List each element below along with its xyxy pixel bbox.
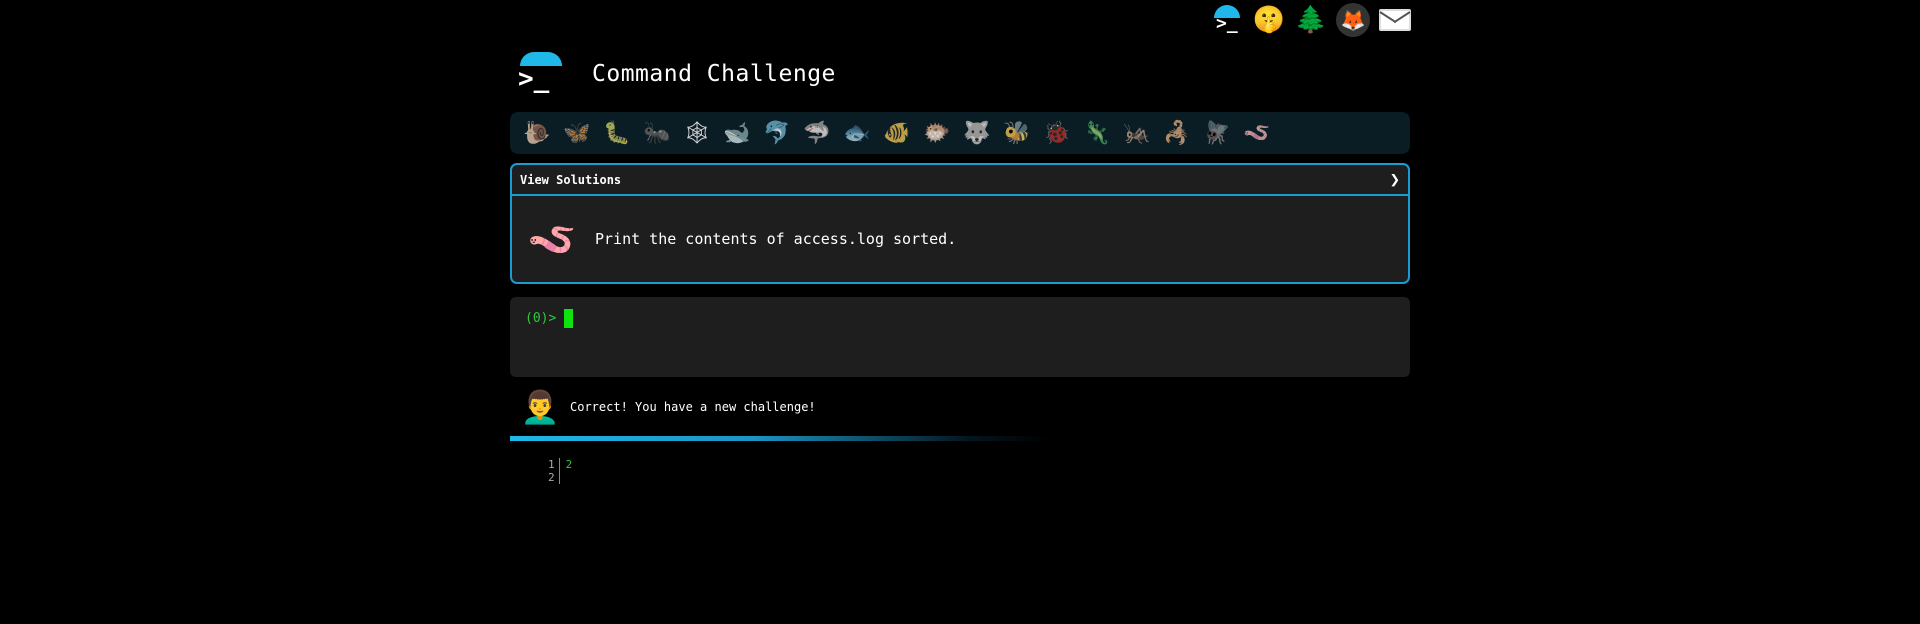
envelope-shape	[1379, 9, 1411, 31]
page-header: >_ Command Challenge	[510, 50, 836, 98]
chevron-right-icon[interactable]: ❯	[1390, 170, 1400, 190]
challenge-description: Print the contents of access.log sorted.	[595, 230, 957, 248]
ant-icon[interactable]: 🐜	[638, 116, 676, 150]
terminal-input[interactable]: (0)>	[510, 297, 1410, 377]
prompt-text: (0)>	[525, 311, 557, 326]
dolphin-icon[interactable]: 🐬	[758, 116, 796, 150]
snail-icon[interactable]: 🐌	[518, 116, 556, 150]
caterpillar-icon[interactable]: 🐛	[598, 116, 636, 150]
line-numbers: 1 2	[548, 458, 560, 484]
terminal-cursor	[564, 309, 574, 328]
command-challenge-icon[interactable]: >_	[1210, 3, 1244, 37]
scorpion-icon[interactable]: 🦂	[1158, 116, 1196, 150]
challenge-body: 🪱 Print the contents of access.log sorte…	[512, 196, 1408, 282]
worm-icon: 🪱	[527, 216, 577, 263]
cricket-icon[interactable]: 🦗	[1118, 116, 1156, 150]
top-nav-icons: >_ 🤫 🌲 🦊	[1210, 3, 1412, 37]
envelope-icon[interactable]	[1378, 3, 1412, 37]
logo-glyph: >_	[518, 64, 550, 94]
butterfly-icon[interactable]: 🦋	[558, 116, 596, 150]
bee-icon[interactable]: 🐝	[998, 116, 1036, 150]
shark-icon[interactable]: 🦈	[798, 116, 836, 150]
challenge-creature-bar: 🐌 🦋 🐛 🐜 🕸 🐋 🐬 🦈 🐟 🐠 🐡 🐺 🐝 🐞 🦎 🦗 🦂 🪰 🪱	[510, 112, 1410, 154]
blowfish-icon[interactable]: 🐡	[918, 116, 956, 150]
worm-icon[interactable]: 🪱	[1238, 116, 1276, 150]
wolf-icon[interactable]: 🐺	[958, 116, 996, 150]
prompt-glyph: >_	[1216, 13, 1238, 34]
feedback-row: 👨‍🦱 Correct! You have a new challenge!	[520, 388, 816, 426]
progress-bar	[510, 436, 1050, 441]
ladybug-icon[interactable]: 🐞	[1038, 116, 1076, 150]
fish-icon[interactable]: 🐟	[838, 116, 876, 150]
avatar: 👨‍🦱	[520, 388, 560, 426]
feedback-message: Correct! You have a new challenge!	[570, 400, 816, 414]
gitlab-icon[interactable]: 🦊	[1336, 3, 1370, 37]
shushing-face-icon[interactable]: 🤫	[1252, 3, 1286, 37]
output-content: 2	[565, 458, 573, 471]
challenge-panel-header: View Solutions ❯	[512, 165, 1408, 196]
tropical-fish-icon[interactable]: 🐠	[878, 116, 916, 150]
page-title: Command Challenge	[592, 61, 836, 87]
fly-icon[interactable]: 🪰	[1198, 116, 1236, 150]
output-panel: 1 2 2	[548, 458, 572, 484]
terminal-prompt: (0)>	[525, 309, 574, 328]
whale-icon[interactable]: 🐋	[718, 116, 756, 150]
lizard-icon[interactable]: 🦎	[1078, 116, 1116, 150]
evergreen-tree-icon[interactable]: 🌲	[1294, 3, 1328, 37]
spider-web-icon[interactable]: 🕸	[678, 116, 716, 150]
view-solutions-link[interactable]: View Solutions	[520, 173, 621, 187]
command-challenge-logo[interactable]: >_	[510, 50, 562, 98]
challenge-panel: View Solutions ❯ 🪱 Print the contents of…	[510, 163, 1410, 284]
gitlab-glyph: 🦊	[1340, 8, 1366, 32]
